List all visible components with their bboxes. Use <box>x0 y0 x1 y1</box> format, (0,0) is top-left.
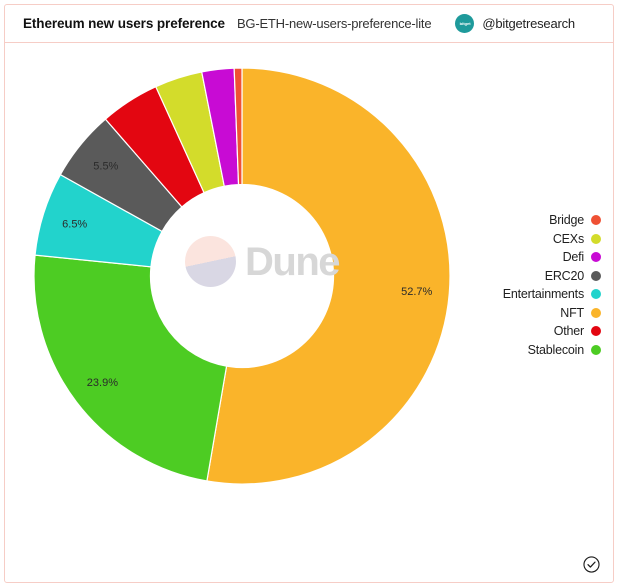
legend-swatch-icon <box>591 215 601 225</box>
legend-item-label: CEXs <box>552 231 584 246</box>
bitget-logo-text: bitget <box>459 21 471 26</box>
brand-handle: @bitgetresearch <box>482 16 575 31</box>
legend-swatch-icon <box>591 326 601 336</box>
legend-swatch-icon <box>591 344 601 355</box>
brand-block: bitget @bitgetresearch <box>455 14 575 33</box>
legend-item-label: ERC20 <box>544 268 584 283</box>
legend-item[interactable]: NFT <box>503 306 601 320</box>
chart-legend: Bridge CEXs Defi ERC20 Entertainments NFT Othe… <box>503 213 601 357</box>
legend-swatch-icon <box>591 252 601 262</box>
bitget-logo-icon: bitget <box>455 14 475 33</box>
legend-item-label: Entertainments <box>502 287 584 301</box>
donut-chart: 52.7% 23.9% 6.5% 5.5% Dune <box>27 51 457 501</box>
donut-slice-label: 6.5% <box>62 218 87 230</box>
chart-subtitle: BG-ETH-new-users-preference-lite <box>236 16 432 31</box>
legend-item[interactable]: Stablecoin <box>503 343 601 357</box>
legend-swatch-icon <box>591 289 601 299</box>
donut-chart-svg: 52.7% 23.9% 6.5% 5.5% <box>33 67 451 485</box>
legend-item[interactable]: ERC20 <box>503 269 601 283</box>
legend-item-label: Other <box>553 324 584 338</box>
legend-item[interactable]: Entertainments <box>503 287 601 301</box>
legend-swatch-icon <box>591 233 601 244</box>
donut-center-hole <box>150 184 334 368</box>
legend-swatch-icon <box>591 270 601 281</box>
donut-slice-group <box>33 67 451 485</box>
donut-slice-label: 5.5% <box>93 160 118 172</box>
legend-item-label: Stablecoin <box>527 342 585 357</box>
page-title: Ethereum new users preference <box>23 16 225 31</box>
legend-item[interactable]: Bridge <box>503 213 601 227</box>
legend-item[interactable]: Other <box>503 324 601 338</box>
chart-header: Ethereum new users preference BG-ETH-new… <box>5 5 613 43</box>
legend-item[interactable]: Defi <box>503 250 601 264</box>
donut-slice-label: 52.7% <box>401 286 432 298</box>
chart-plot-area: 52.7% 23.9% 6.5% 5.5% Dune Bridge CEXs Defi ER… <box>5 43 615 584</box>
check-circle-icon[interactable] <box>582 555 601 574</box>
legend-item[interactable]: CEXs <box>503 232 601 246</box>
chart-card: Ethereum new users preference BG-ETH-new… <box>4 4 614 583</box>
legend-item-label: NFT <box>560 305 584 320</box>
legend-item-label: Bridge <box>549 213 584 227</box>
legend-swatch-icon <box>591 307 601 318</box>
legend-item-label: Defi <box>562 250 585 264</box>
donut-slice-label: 23.9% <box>87 377 118 389</box>
